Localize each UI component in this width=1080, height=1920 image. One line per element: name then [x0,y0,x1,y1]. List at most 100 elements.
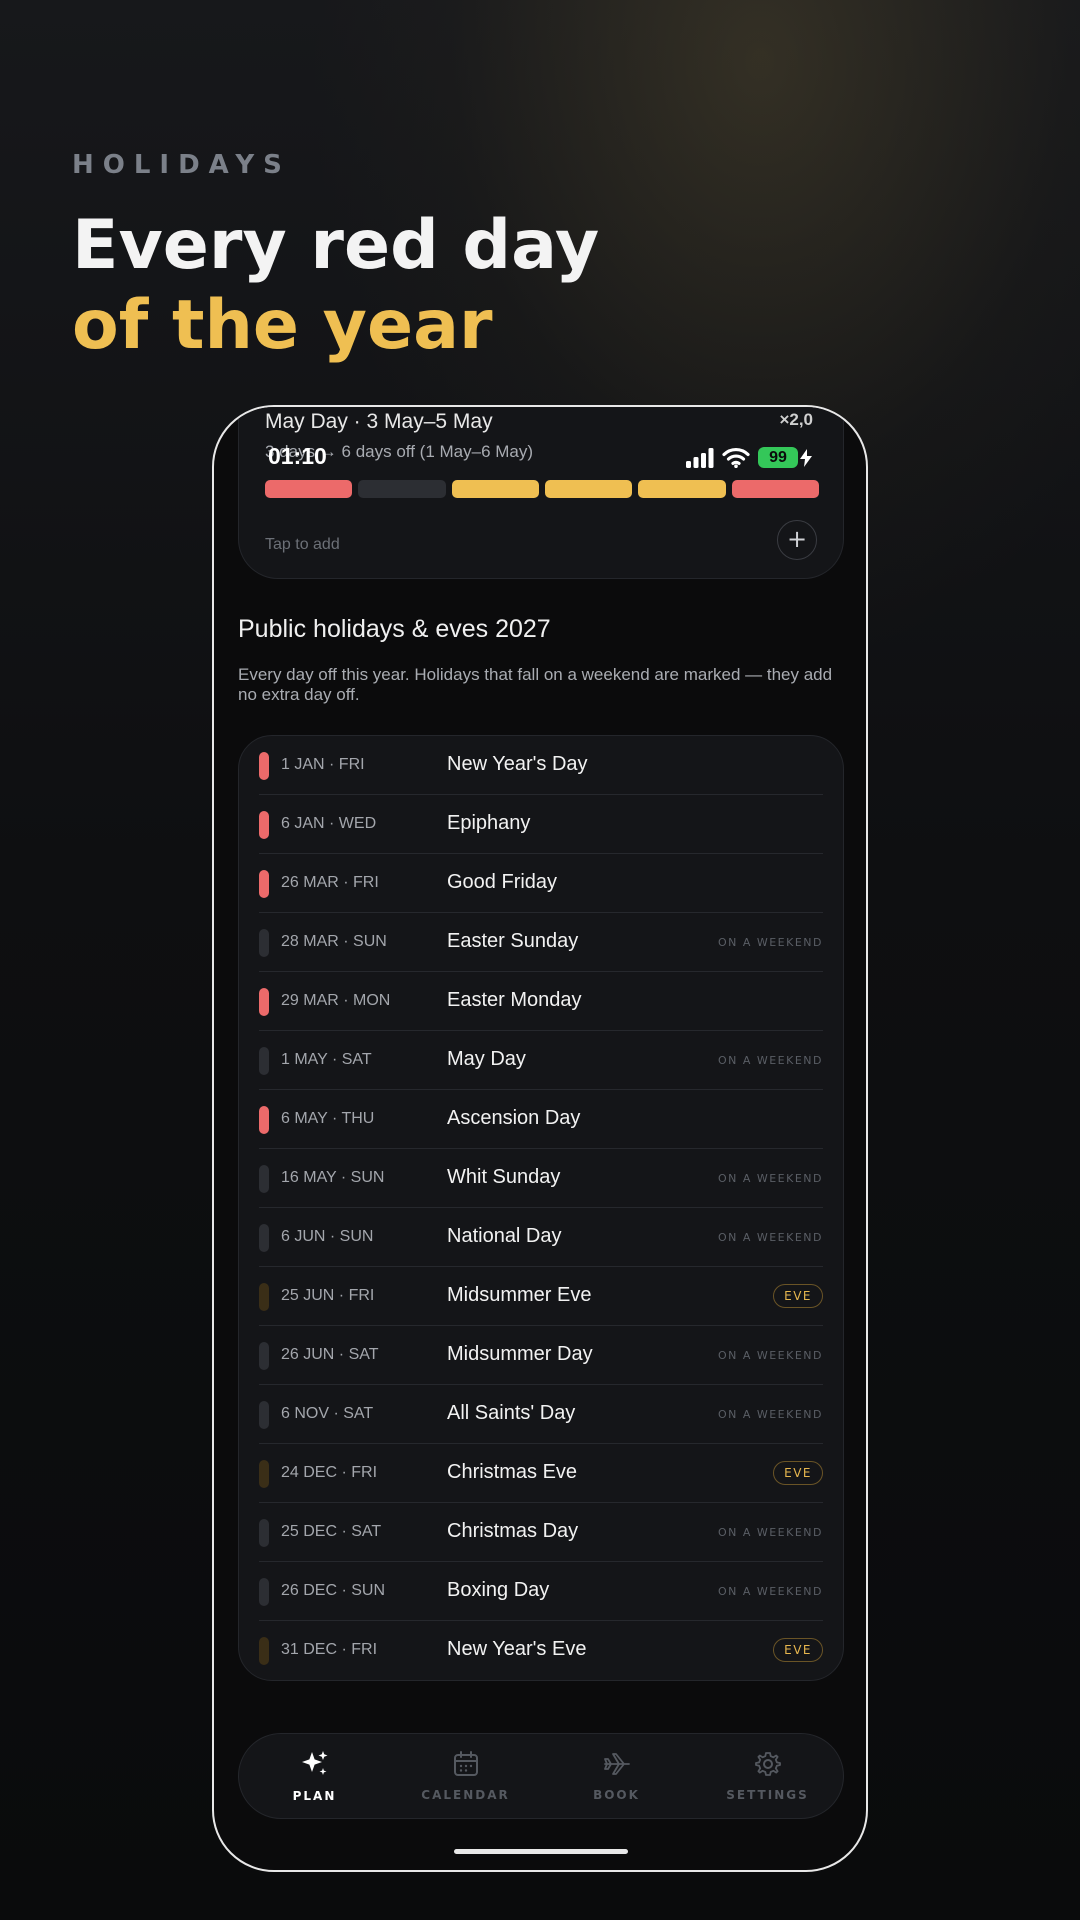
holiday-date: 6 JUN · SUN [281,1228,374,1245]
status-time: 01:10 [268,443,327,469]
signal-icon [686,447,714,468]
holiday-name: Midsummer Eve [447,1284,592,1306]
day-segment-holiday [731,480,819,498]
holiday-name: New Year's Eve [447,1638,587,1660]
holiday-date: 26 MAR · FRI [281,874,379,891]
holiday-row[interactable]: 29 MAR · MON Easter Monday [259,972,823,1031]
holiday-date: 31 DEC · FRI [281,1641,378,1658]
calendar-icon [452,1750,480,1782]
eve-badge: EVE [773,1461,823,1485]
holiday-name: Easter Sunday [447,930,579,952]
bottom-tab-bar: PLAN CALENDAR BOOK SETTINGS [238,1733,844,1819]
weekend-tag: ON A WEEKEND [717,1231,823,1244]
holiday-date: 28 MAR · SUN [281,933,387,950]
holiday-marker-eve [259,1637,269,1665]
weekend-tag: ON A WEEKEND [717,1526,823,1539]
home-indicator [454,1849,628,1854]
day-segment-leave [638,480,726,498]
holiday-list: 1 JAN · FRI New Year's Day 6 JAN · WED Epip… [238,735,844,1681]
holiday-row[interactable]: 25 JUN · FRI Midsummer Eve EVE [259,1267,823,1326]
tab-label: CALENDAR [421,1788,510,1802]
holiday-marker-weekend [259,1047,269,1075]
holiday-date: 25 JUN · FRI [281,1287,375,1304]
holiday-name: Easter Monday [447,989,582,1011]
plan-title: May Day · 3 May–5 May [265,410,493,433]
holiday-date: 1 MAY · SAT [281,1051,372,1068]
holiday-row[interactable]: 1 MAY · SAT May Day ON A WEEKEND [259,1031,823,1090]
tap-to-add-hint: Tap to add [265,536,340,553]
holiday-marker-weekend [259,1342,269,1370]
weekend-tag: ON A WEEKEND [717,1054,823,1067]
holiday-marker-holiday [259,988,269,1016]
holiday-marker-eve [259,1283,269,1311]
airplane-icon [602,1750,632,1782]
gear-icon [754,1750,782,1782]
holiday-name: Ascension Day [447,1107,581,1129]
weekend-tag: ON A WEEKEND [717,936,823,949]
holiday-row[interactable]: 26 MAR · FRI Good Friday [259,854,823,913]
page-headline: Every red day of the year [72,206,599,366]
holiday-row[interactable]: 16 MAY · SUN Whit Sunday ON A WEEKEND [259,1149,823,1208]
holiday-marker-holiday [259,811,269,839]
holiday-marker-weekend [259,1165,269,1193]
holiday-row[interactable]: 26 JUN · SAT Midsummer Day ON A WEEKEND [259,1326,823,1385]
plan-card[interactable]: May Day · 3 May–5 May ×2,0 3 days → 6 da… [238,407,844,579]
holiday-date: 16 MAY · SUN [281,1169,385,1186]
holiday-name: National Day [447,1225,562,1247]
holiday-name: All Saints' Day [447,1402,576,1424]
battery-indicator: 99 [758,447,798,468]
holiday-marker-weekend [259,1519,269,1547]
holiday-name: Epiphany [447,812,531,834]
day-segment-leave [451,480,539,498]
tab-label: BOOK [593,1788,640,1802]
holiday-date: 6 NOV · SAT [281,1405,374,1422]
sparkles-icon [300,1749,330,1783]
holiday-name: Christmas Day [447,1520,579,1542]
day-segment-leave [544,480,633,498]
add-button[interactable]: + [777,520,817,560]
section-title: Public holidays & eves 2027 [238,615,551,643]
headline-line-2: of the year [72,286,493,365]
holiday-date: 25 DEC · SAT [281,1523,382,1540]
holiday-date: 24 DEC · FRI [281,1464,378,1481]
section-description: Every day off this year. Holidays that f… [238,665,833,704]
holiday-row[interactable]: 26 DEC · SUN Boxing Day ON A WEEKEND [259,1562,823,1621]
holiday-marker-holiday [259,870,269,898]
plan-multiplier: ×2,0 [779,410,813,429]
tab-calendar[interactable]: CALENDAR [390,1734,541,1818]
weekend-tag: ON A WEEKEND [717,1349,823,1362]
holiday-row[interactable]: 6 MAY · THU Ascension Day [259,1090,823,1149]
holiday-date: 26 JUN · SAT [281,1346,379,1363]
tab-settings[interactable]: SETTINGS [692,1734,843,1818]
day-segment-weekday [358,480,446,498]
holiday-name: Midsummer Day [447,1343,593,1365]
weekend-tag: ON A WEEKEND [717,1585,823,1598]
holiday-name: Good Friday [447,871,558,893]
headline-line-1: Every red day [72,206,600,285]
holiday-row[interactable]: 6 JAN · WED Epiphany [259,795,823,854]
holiday-row[interactable]: 6 NOV · SAT All Saints' Day ON A WEEKEND [259,1385,823,1444]
section-eyebrow: HOLIDAYS [72,150,291,180]
eve-badge: EVE [773,1284,823,1308]
tab-plan[interactable]: PLAN [239,1734,390,1818]
tab-book[interactable]: BOOK [541,1734,692,1818]
holiday-name: May Day [447,1048,526,1070]
holiday-row[interactable]: 31 DEC · FRI New Year's Eve EVE [259,1621,823,1680]
holiday-marker-weekend [259,1578,269,1606]
holiday-row[interactable]: 6 JUN · SUN National Day ON A WEEKEND [259,1208,823,1267]
day-segment-holiday [265,480,353,498]
holiday-marker-eve [259,1460,269,1488]
eve-badge: EVE [773,1638,823,1662]
holiday-marker-holiday [259,752,269,780]
tab-label: SETTINGS [726,1788,809,1802]
holiday-row[interactable]: 28 MAR · SUN Easter Sunday ON A WEEKEND [259,913,823,972]
holiday-row[interactable]: 24 DEC · FRI Christmas Eve EVE [259,1444,823,1503]
weekend-tag: ON A WEEKEND [717,1172,823,1185]
holiday-date: 26 DEC · SUN [281,1582,386,1599]
holiday-marker-weekend [259,1224,269,1252]
holiday-date: 1 JAN · FRI [281,756,365,773]
phone-frame: May Day · 3 May–5 May ×2,0 3 days → 6 da… [212,405,868,1872]
holiday-row[interactable]: 25 DEC · SAT Christmas Day ON A WEEKEND [259,1503,823,1562]
holiday-row[interactable]: 1 JAN · FRI New Year's Day [259,736,823,795]
day-strip [265,480,819,498]
